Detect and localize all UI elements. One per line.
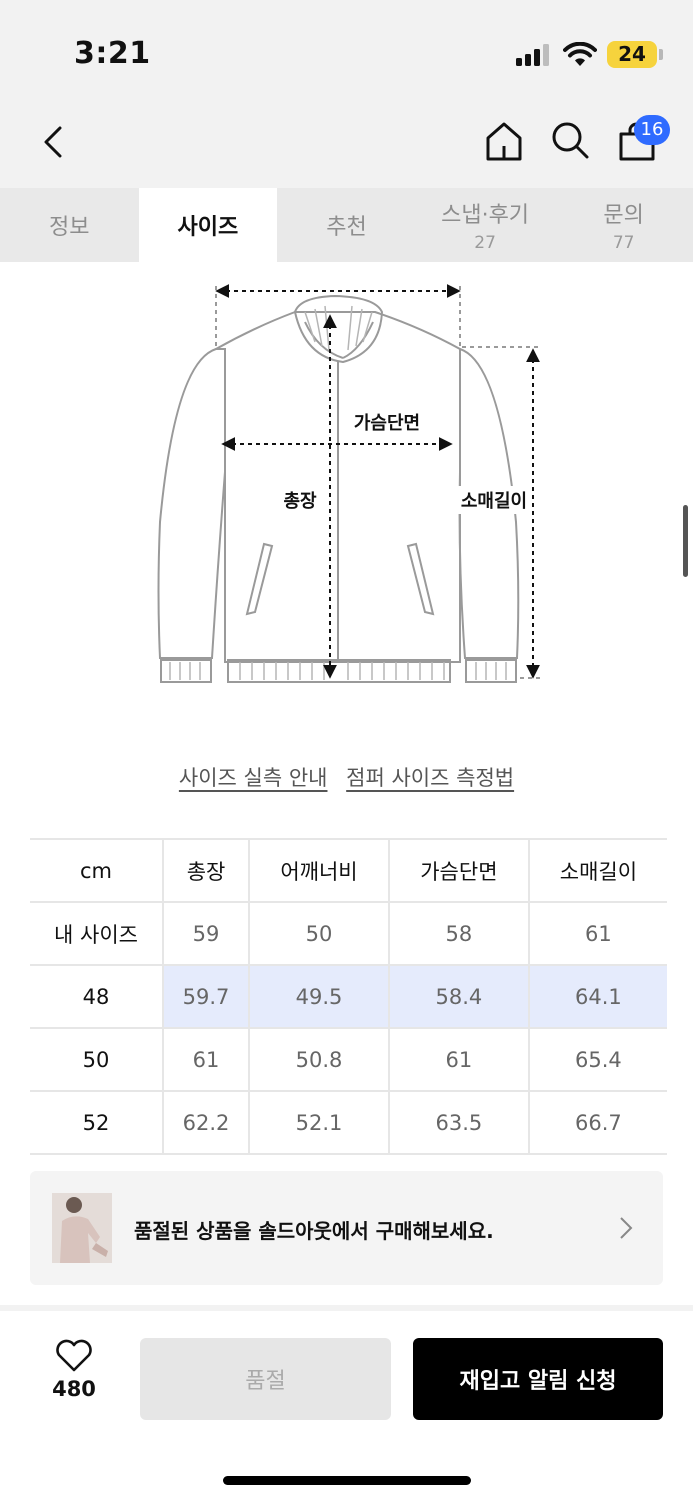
table-header-cell: 소매길이 xyxy=(527,838,667,903)
tab-label: 추천 xyxy=(326,215,367,240)
table-cell: 52 xyxy=(30,1090,164,1155)
cellular-signal-icon xyxy=(516,44,550,66)
measurement-lines xyxy=(215,284,542,679)
size-diagram: 가슴단면 총장 소매길이 xyxy=(157,284,542,683)
search-icon[interactable] xyxy=(550,120,590,160)
size-guide-links: 사이즈 실측 안내 점퍼 사이즈 측정법 xyxy=(0,762,693,792)
product-thumbnail xyxy=(52,1193,112,1263)
like-count: 480 xyxy=(52,1377,96,1401)
battery-nub xyxy=(659,49,663,60)
table-cell: 50.8 xyxy=(248,1027,389,1092)
tab-info[interactable]: 정보 xyxy=(0,188,139,262)
table-row: 50 61 50.8 61 65.4 xyxy=(30,1027,667,1092)
table-cell: 49.5 xyxy=(248,964,389,1029)
wifi-icon xyxy=(563,42,597,66)
table-cell: 52.1 xyxy=(248,1090,389,1155)
restock-alert-button[interactable]: 재입고 알림 신청 xyxy=(413,1338,663,1420)
scrollbar[interactable] xyxy=(683,505,688,577)
sleeve-length-label: 소매길이 xyxy=(461,490,527,512)
table-header-cell: 총장 xyxy=(161,838,250,903)
table-cell: 61 xyxy=(527,901,667,966)
home-indicator xyxy=(223,1476,471,1485)
table-cell: 61 xyxy=(161,1027,250,1092)
tab-inquiry[interactable]: 문의 77 xyxy=(554,188,693,262)
status-bar: 3:21 24 xyxy=(0,0,693,98)
table-row: 48 59.7 49.5 58.4 64.1 xyxy=(30,964,667,1029)
soldout-button[interactable]: 품절 xyxy=(140,1338,391,1420)
table-cell: 63.5 xyxy=(387,1090,529,1155)
status-time: 3:21 xyxy=(74,36,151,71)
table-cell: 62.2 xyxy=(161,1090,250,1155)
bottom-action-bar: 480 품절 재입고 알림 신청 xyxy=(0,1305,693,1500)
product-tabs: 정보 사이즈 추천 스냅·후기 27 문의 77 xyxy=(0,188,693,262)
table-cell: 64.1 xyxy=(527,964,667,1029)
tab-size[interactable]: 사이즈 xyxy=(138,188,278,262)
table-cell: 66.7 xyxy=(527,1090,667,1155)
tab-count: 77 xyxy=(612,233,635,253)
size-table: cm 총장 어깨너비 가슴단면 소매길이 내 사이즈 59 50 58 61 4… xyxy=(30,838,667,1155)
table-row: 52 62.2 52.1 63.5 66.7 xyxy=(30,1090,667,1155)
total-length-label: 총장 xyxy=(283,491,317,512)
table-cell: 59.7 xyxy=(161,964,250,1029)
home-icon[interactable] xyxy=(484,120,524,162)
tab-label: 문의 xyxy=(603,203,644,228)
cart-count-badge: 16 xyxy=(634,115,670,145)
table-cell: 48 xyxy=(30,964,164,1029)
table-header-cell: 어깨너비 xyxy=(248,838,389,903)
top-nav xyxy=(0,98,693,188)
like-button[interactable]: 480 xyxy=(44,1339,104,1401)
soldout-banner-text: 품절된 상품을 솔드아웃에서 구매해보세요. xyxy=(134,1219,494,1243)
tab-label: 정보 xyxy=(49,215,90,240)
measure-method-link[interactable]: 점퍼 사이즈 측정법 xyxy=(346,766,514,790)
tab-recommend[interactable]: 추천 xyxy=(277,188,416,262)
table-cell: 내 사이즈 xyxy=(30,901,164,966)
heart-icon xyxy=(56,1339,92,1372)
tab-label: 사이즈 xyxy=(177,215,239,240)
soldout-banner[interactable]: 품절된 상품을 솔드아웃에서 구매해보세요. xyxy=(30,1171,663,1285)
chest-width-label: 가슴단면 xyxy=(354,413,420,434)
tab-count: 27 xyxy=(474,233,496,253)
table-cell: 58.4 xyxy=(387,964,529,1029)
size-guide-link[interactable]: 사이즈 실측 안내 xyxy=(179,766,328,790)
table-row: 내 사이즈 59 50 58 61 xyxy=(30,901,667,966)
table-header-cell: 가슴단면 xyxy=(387,838,529,903)
table-header-cell: cm xyxy=(30,838,164,903)
battery-indicator: 24 xyxy=(607,41,657,68)
table-cell: 50 xyxy=(248,901,389,966)
table-cell: 50 xyxy=(30,1027,164,1092)
table-cell: 58 xyxy=(387,901,529,966)
tab-label: 스냅·후기 xyxy=(441,203,530,228)
tab-reviews[interactable]: 스냅·후기 27 xyxy=(416,188,555,262)
table-header-row: cm 총장 어깨너비 가슴단면 소매길이 xyxy=(30,838,667,903)
table-cell: 65.4 xyxy=(527,1027,667,1092)
table-cell: 59 xyxy=(161,901,250,966)
back-arrow-icon[interactable] xyxy=(36,120,72,164)
chevron-right-icon xyxy=(620,1217,633,1239)
table-cell: 61 xyxy=(387,1027,529,1092)
